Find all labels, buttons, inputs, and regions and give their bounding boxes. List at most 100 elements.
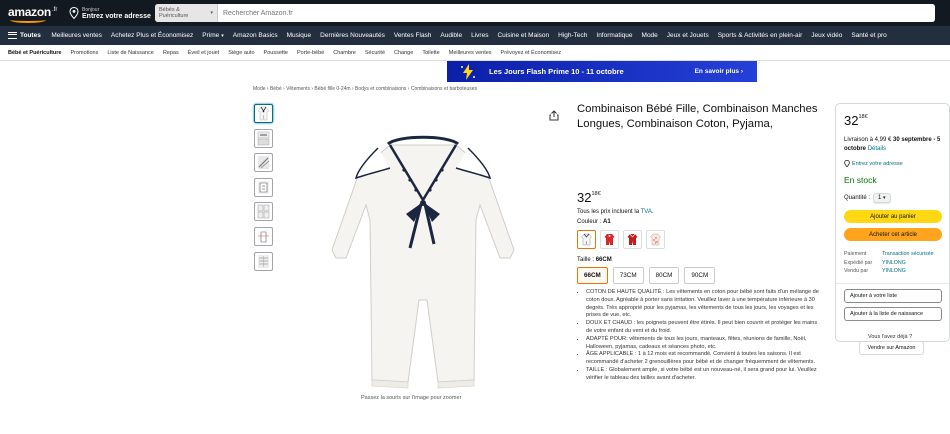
lightning-icon xyxy=(461,63,475,80)
subnav-item-toilette[interactable]: Toilette xyxy=(418,50,444,56)
subnav-item-change[interactable]: Change xyxy=(390,50,418,56)
shipped-value-link[interactable]: YINLONG xyxy=(882,260,906,266)
nav-item-nouveautes[interactable]: Dernières Nouveautés xyxy=(316,32,390,39)
prime-days-banner[interactable]: Les Jours Flash Prime 10 - 11 octobre En… xyxy=(447,61,757,82)
sold-label: Vendu par xyxy=(844,268,869,275)
subnav-item-siege-auto[interactable]: Siège auto xyxy=(224,50,259,56)
delivery-address[interactable]: Bonjour Entrez votre adresse xyxy=(69,7,155,20)
detail-thumbnail-image xyxy=(257,205,270,219)
top-header: amazon .fr Bonjour Entrez votre adresse … xyxy=(0,0,950,26)
add-to-cart-button[interactable]: Ajouter au panier xyxy=(844,210,942,223)
nav-item-prime[interactable]: Prime ▾ xyxy=(198,32,229,39)
buybox-address-link[interactable]: Entrez votre adresse xyxy=(844,160,903,167)
breadcrumb[interactable]: Mode › Bébé › Vêtements › Bébé fille 0-2… xyxy=(253,86,477,92)
nav-item-audible[interactable]: Audible xyxy=(436,32,467,39)
tva-link[interactable]: TVA. xyxy=(641,209,654,215)
nav-item-sante[interactable]: Santé et pro xyxy=(847,32,891,39)
romper-thumbnail-image xyxy=(257,106,270,121)
nav-item-amazon-basics[interactable]: Amazon Basics xyxy=(228,32,282,39)
color-swatch-a1[interactable] xyxy=(577,230,596,249)
details-link[interactable]: Détails xyxy=(868,146,886,152)
subnav-item-liste-naissance[interactable]: Liste de Naissance xyxy=(103,50,158,56)
location-pin-icon xyxy=(844,160,850,167)
color-swatches xyxy=(577,230,669,249)
subnav-item-eveil[interactable]: Éveil et jouet xyxy=(183,50,224,56)
nav-item-mode[interactable]: Mode xyxy=(637,32,662,39)
add-to-birth-list-button[interactable]: Ajouter à la liste de naissance xyxy=(844,307,942,321)
thumbnail-list xyxy=(254,104,274,276)
nav-item-prime-label: Prime xyxy=(202,32,220,39)
thumbnail-2[interactable] xyxy=(254,128,273,148)
all-menu-button[interactable]: Toutes xyxy=(0,32,47,39)
sell-on-amazon-button[interactable]: Vendre sur Amazon xyxy=(859,341,924,355)
nav-item-sports[interactable]: Sports & Activités en plein-air xyxy=(713,32,807,39)
sold-value-link[interactable]: YINLONG xyxy=(882,268,906,274)
sold-row: Vendu par YINLONG xyxy=(844,267,934,276)
nav-item-livres[interactable]: Livres xyxy=(467,32,493,39)
sell-question: Vous l'avez déjà ? xyxy=(868,334,913,340)
quantity-select[interactable]: 1 ▾ xyxy=(873,193,891,203)
nav-item-meilleures-ventes[interactable]: Meilleures ventes xyxy=(47,32,107,39)
subnav-item-bebe[interactable]: Bébé et Puériculture xyxy=(0,50,66,56)
buybox-divider xyxy=(836,283,949,284)
all-menu-label: Toutes xyxy=(20,32,41,39)
nav-item-achetez-plus[interactable]: Achetez Plus et Économisez xyxy=(106,32,197,39)
nav-item-jeux-video[interactable]: Jeux vidéo xyxy=(807,32,847,39)
shipped-row: Expédié par YINLONG xyxy=(844,259,934,268)
payment-value-link[interactable]: Transaction sécurisée xyxy=(882,251,934,257)
nav-item-musique[interactable]: Musique xyxy=(282,32,316,39)
color-swatch-red-1[interactable] xyxy=(600,230,619,249)
size-value: 66CM xyxy=(595,257,612,263)
add-to-list-button[interactable]: Ajouter à votre liste xyxy=(844,289,942,303)
amazon-logo[interactable]: amazon .fr xyxy=(8,3,63,23)
nav-item-ventes-flash[interactable]: Ventes Flash xyxy=(389,32,436,39)
subnav-item-chambre[interactable]: Chambre xyxy=(329,50,361,56)
subnav-item-poussette[interactable]: Poussette xyxy=(259,50,292,56)
payment-row: Paiement Transaction sécurisée xyxy=(844,250,934,259)
thumbnail-5[interactable] xyxy=(254,202,273,222)
thumbnail-1[interactable] xyxy=(254,104,273,123)
subnav-item-repas[interactable]: Repas xyxy=(158,50,183,56)
search-category-dropdown[interactable]: Bébés & Puériculture ▾ xyxy=(155,4,218,22)
subnav-item-securite[interactable]: Sécurité xyxy=(360,50,389,56)
thumbnail-3[interactable] xyxy=(254,153,273,173)
search-input[interactable] xyxy=(218,4,935,22)
banner-cta-link[interactable]: En savoir plus › xyxy=(695,68,743,75)
subnav-item-promotions[interactable]: Promotions xyxy=(66,50,103,56)
quantity-row: Quantité :1 ▾ xyxy=(844,193,891,203)
thumbnail-4[interactable] xyxy=(254,177,273,197)
size-option-73cm[interactable]: 73CM xyxy=(612,267,644,284)
share-icon[interactable] xyxy=(549,110,559,121)
buy-now-button[interactable]: Acheter cet article xyxy=(844,228,942,241)
zoom-hint: Passez la souris sur l'image pour zoomer xyxy=(361,395,462,401)
nav-item-cuisine[interactable]: Cuisine et Maison xyxy=(493,32,554,39)
nav-item-informatique[interactable]: Informatique xyxy=(592,32,637,39)
buybox-price: 3218€ xyxy=(844,113,868,128)
subnav-item-meilleures-ventes[interactable]: Meilleures ventes xyxy=(444,50,496,56)
delivery-prefix: Livraison à 4,99 € xyxy=(844,137,894,143)
subnav-item-prevoyez[interactable]: Prévoyez et Économisez xyxy=(496,50,566,56)
size-option-90cm[interactable]: 90CM xyxy=(684,267,716,284)
size-option-80cm[interactable]: 80CM xyxy=(648,267,680,284)
product-price: 3218€ xyxy=(577,190,601,205)
hamburger-icon xyxy=(8,32,17,39)
payment-label: Paiement xyxy=(844,251,867,257)
feature-bullets: COTON DE HAUTE QUALITÉ : Les vêtements e… xyxy=(578,289,820,383)
main-product-image[interactable] xyxy=(318,130,528,395)
nav-item-jeux-jouets[interactable]: Jeux et Jouets xyxy=(662,32,713,39)
color-value: A1 xyxy=(603,219,611,225)
color-swatch-red-2[interactable] xyxy=(623,230,642,249)
buy-box: 3218€ Livraison à 4,99 € 30 septembre - … xyxy=(835,103,950,342)
detail-thumbnail-image xyxy=(258,180,269,194)
tva-prefix: Tous les prix incluent la xyxy=(577,209,641,215)
color-swatch-pattern[interactable] xyxy=(646,230,665,249)
feature-bullet-coton: COTON DE HAUTE QUALITÉ : Les vêtements e… xyxy=(586,289,820,320)
detail-thumbnail-image xyxy=(258,156,270,170)
subnav-item-porte-bebe[interactable]: Porte-bébé xyxy=(293,50,329,56)
nav-item-high-tech[interactable]: High-Tech xyxy=(554,32,592,39)
size-options: 66CM 73CM 80CM 90CM xyxy=(577,267,720,284)
white-romper-icon xyxy=(581,233,592,246)
thumbnail-6[interactable] xyxy=(254,226,273,246)
size-option-66cm[interactable]: 66CM xyxy=(577,267,608,284)
thumbnail-7[interactable] xyxy=(254,251,273,271)
